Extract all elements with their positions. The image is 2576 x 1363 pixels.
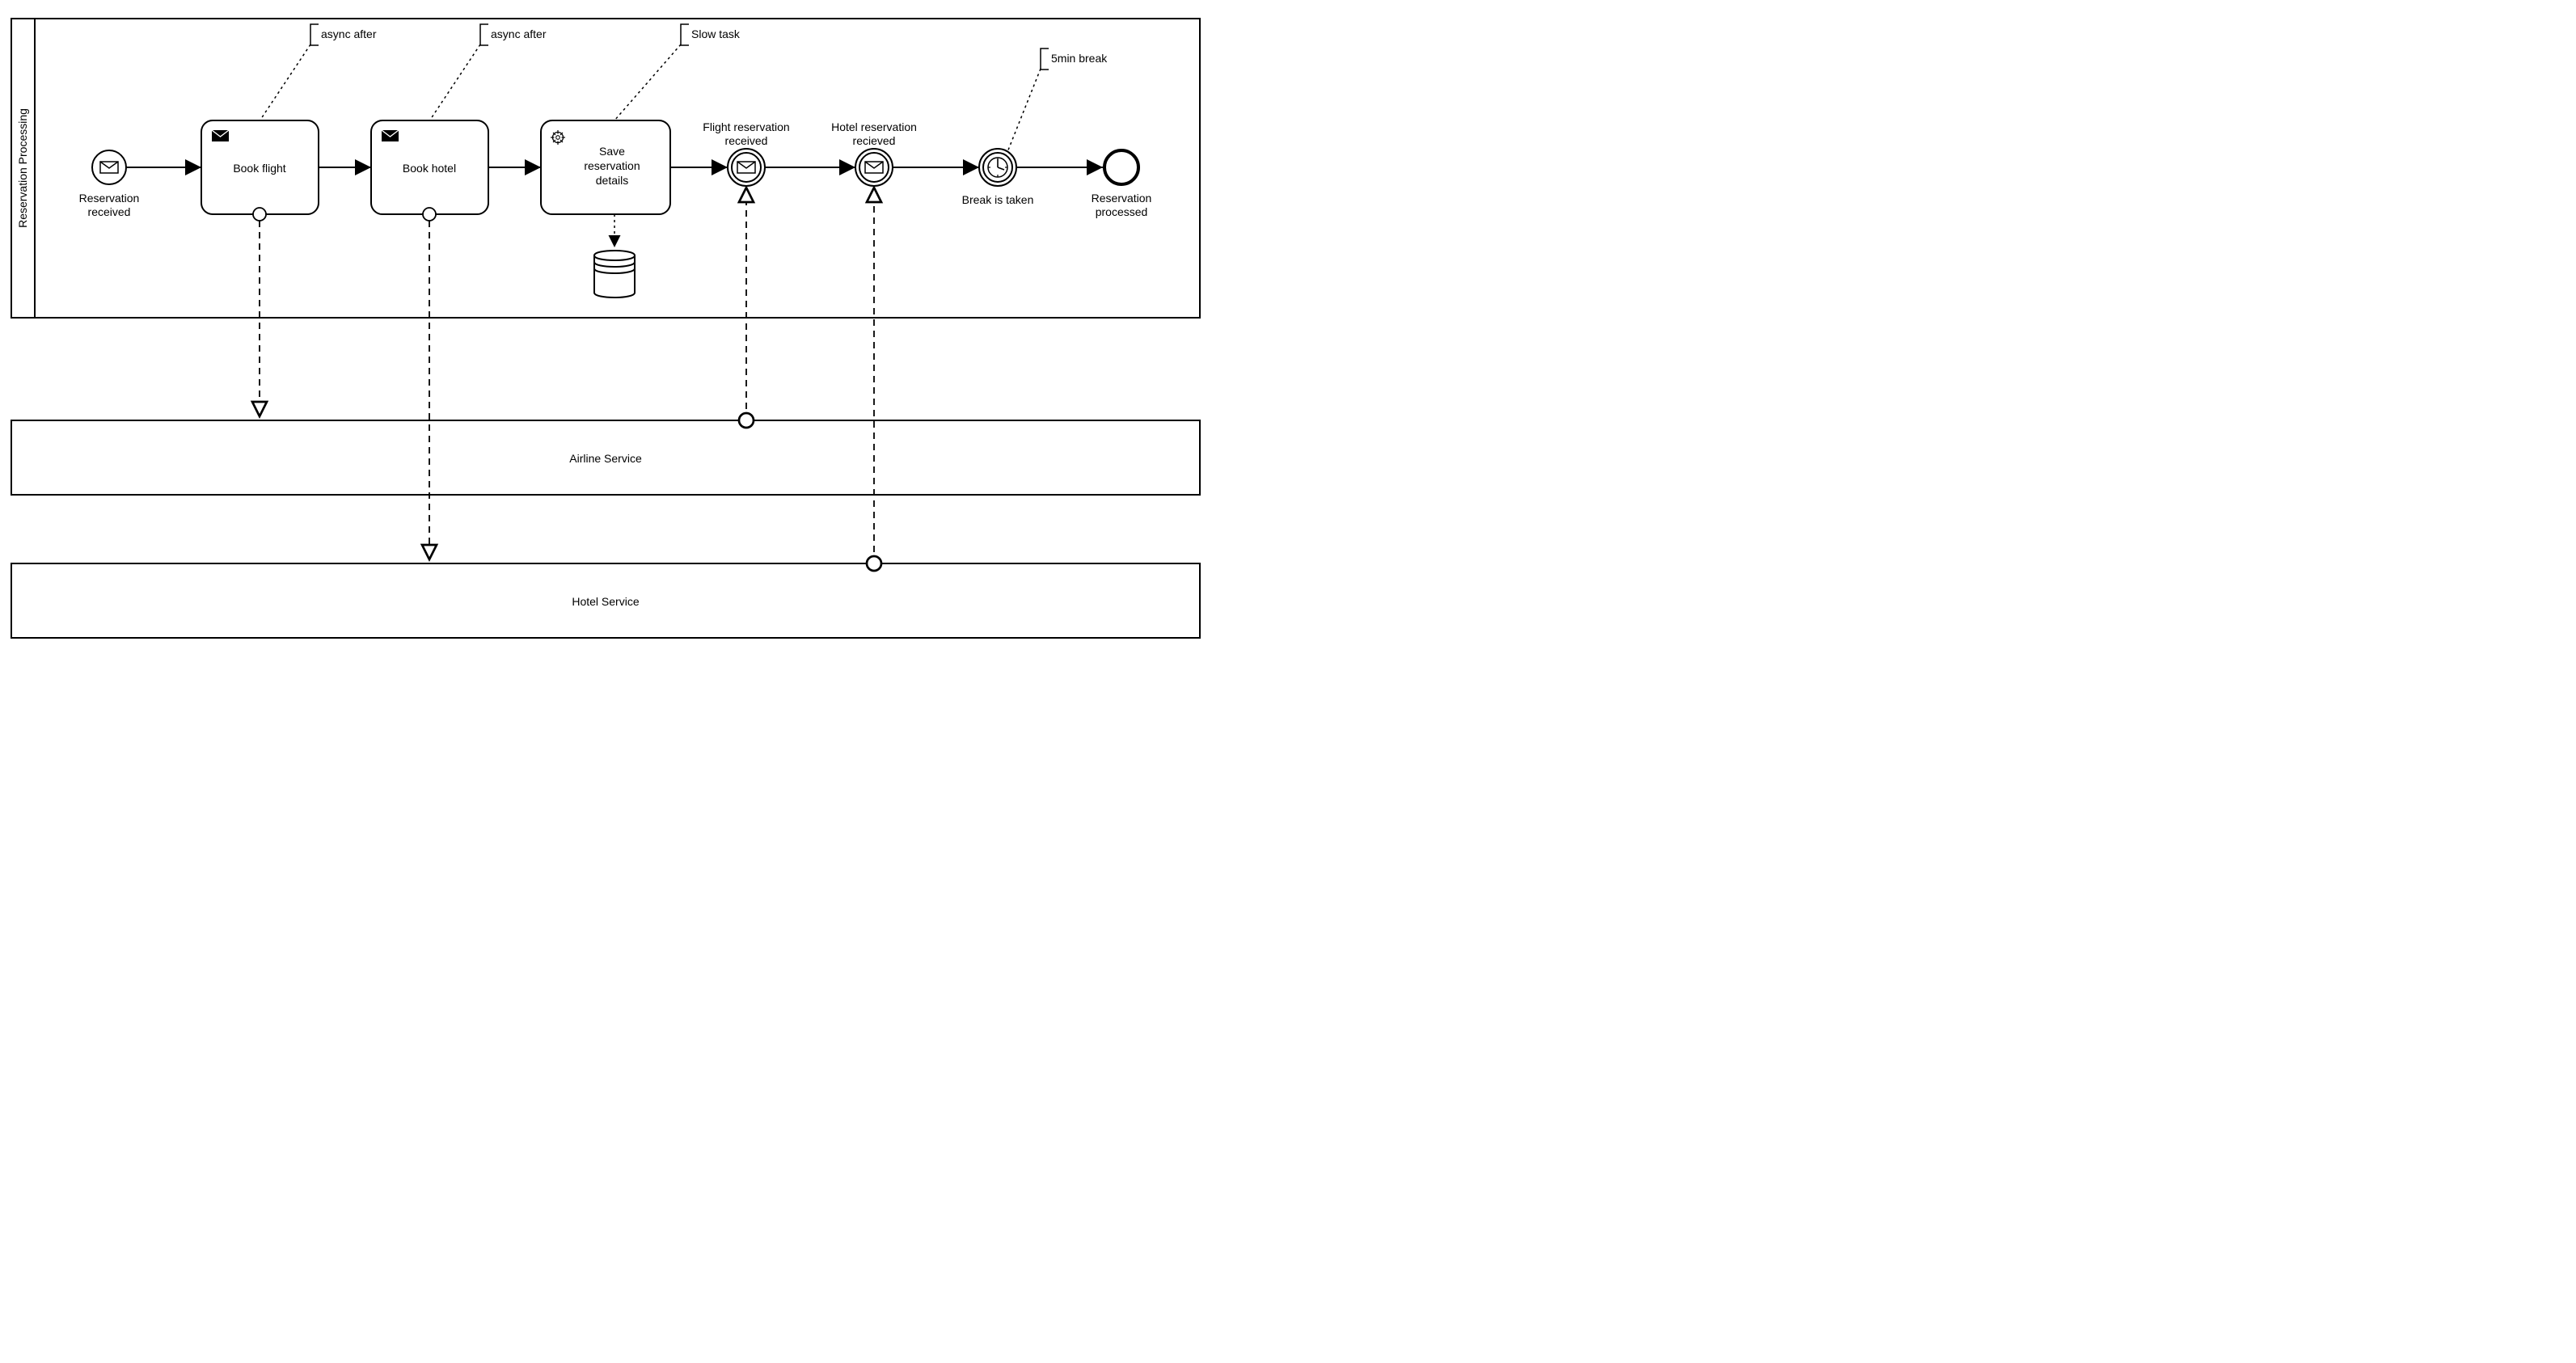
message-icon — [100, 162, 118, 173]
annotation-slow-task-label: Slow task — [691, 27, 741, 40]
task-book-hotel-label: Book hotel — [403, 162, 456, 175]
data-store — [594, 251, 635, 297]
task-save-label-3: details — [596, 174, 628, 187]
participant-hotel: Hotel Service — [11, 563, 1200, 638]
annotation-async-after-2-label: async after — [491, 27, 547, 40]
boundary-marker-book-flight — [253, 208, 266, 221]
lane-label: Reservation Processing — [16, 108, 29, 228]
end-event-label-2: processed — [1096, 205, 1148, 218]
timer-icon — [988, 158, 1007, 177]
start-event-label-2: received — [88, 205, 131, 218]
task-save-label-1: Save — [599, 145, 625, 158]
event-hotel-recv-label-2: recieved — [853, 134, 896, 147]
task-book-flight[interactable]: Book flight — [201, 120, 319, 214]
event-flight-recv-label-1: Flight reservation — [703, 120, 789, 133]
annotation-break-label: 5min break — [1051, 52, 1108, 65]
task-save-label-2: reservation — [584, 159, 640, 172]
task-book-hotel[interactable]: Book hotel — [371, 120, 488, 214]
bpmn-diagram: Reservation Processing Reservation recei… — [0, 0, 1207, 640]
annotation-async-after-1-label: async after — [321, 27, 377, 40]
participant-airline-label: Airline Service — [569, 452, 642, 465]
boundary-marker-book-hotel — [423, 208, 436, 221]
start-event-label: Reservation — [79, 192, 140, 205]
event-flight-recv-label-2: received — [725, 134, 768, 147]
message-icon — [865, 162, 883, 173]
event-hotel-recv-label-1: Hotel reservation — [831, 120, 917, 133]
participant-hotel-label: Hotel Service — [572, 595, 639, 608]
end-event-label-1: Reservation — [1092, 192, 1152, 205]
send-task-icon — [382, 130, 399, 141]
participant-airline: Airline Service — [11, 420, 1200, 495]
event-break-label: Break is taken — [962, 193, 1034, 206]
task-save-reservation-details[interactable]: Save reservation details — [541, 120, 670, 214]
send-task-icon — [212, 130, 229, 141]
task-book-flight-label: Book flight — [233, 162, 285, 175]
message-icon — [737, 162, 755, 173]
